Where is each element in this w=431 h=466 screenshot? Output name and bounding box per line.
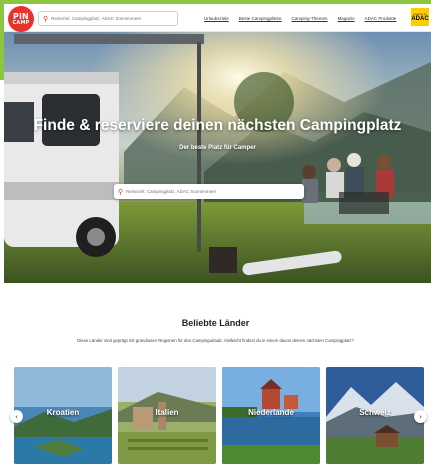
country-card-niederlande[interactable]: Niederlande [222, 367, 320, 464]
chevron-right-icon[interactable]: › [414, 410, 427, 423]
hero-search-input[interactable] [126, 189, 297, 194]
nav-link-urlaubsziele[interactable]: Urlaubsziele [204, 16, 229, 21]
popular-countries-description: Diese Länder sind geprägt mit grandiosen… [77, 338, 354, 343]
header-search-input[interactable] [51, 16, 172, 21]
country-label-italien: Italien [155, 408, 179, 417]
hero-search-box[interactable]: ⚲ [114, 184, 304, 199]
top-navigation-bar: PiN CAMP ⚲ Urlaubsziele Beste Campingplä… [4, 4, 431, 32]
main-nav: Urlaubsziele Beste Campingplätze Camping… [204, 16, 396, 21]
chevron-left-icon[interactable]: ‹ [10, 410, 23, 423]
pincamp-logo[interactable]: PiN CAMP [8, 6, 34, 32]
search-icon: ⚲ [43, 15, 49, 23]
nav-link-magazin[interactable]: Magazin [338, 16, 355, 21]
nav-link-adac-produkte[interactable]: ADAC Produkte [365, 16, 397, 21]
countries-carousel: Kroatien Italien Niederlande Schweiz [14, 367, 424, 464]
nav-link-beste-campingplaetze[interactable]: Beste Campingplätze [239, 16, 282, 21]
country-card-schweiz[interactable]: Schweiz [326, 367, 424, 464]
adac-partner-logo[interactable]: powered by ADAC [411, 8, 429, 26]
logo-line-2: CAMP [12, 19, 30, 26]
hero-subtitle: Der beste Platz für Camper [179, 145, 256, 151]
country-card-italien[interactable]: Italien [118, 367, 216, 464]
hero-banner: Finde & reserviere deinen nächsten Campi… [4, 32, 431, 283]
search-icon: ⚲ [118, 188, 124, 196]
country-label-niederlande: Niederlande [248, 408, 294, 417]
adac-wordmark: ADAC [411, 15, 429, 22]
popular-countries-heading: Beliebte Länder [181, 318, 250, 328]
country-card-kroatien[interactable]: Kroatien [14, 367, 112, 464]
hero-background-image [4, 32, 431, 283]
header-search-box[interactable]: ⚲ [38, 11, 178, 26]
nav-link-camping-themen[interactable]: Camping-Themen [292, 16, 328, 21]
country-label-kroatien: Kroatien [46, 408, 80, 417]
hero-title: Finde & reserviere deinen nächsten Campi… [33, 117, 402, 134]
country-label-schweiz: Schweiz [359, 408, 391, 417]
